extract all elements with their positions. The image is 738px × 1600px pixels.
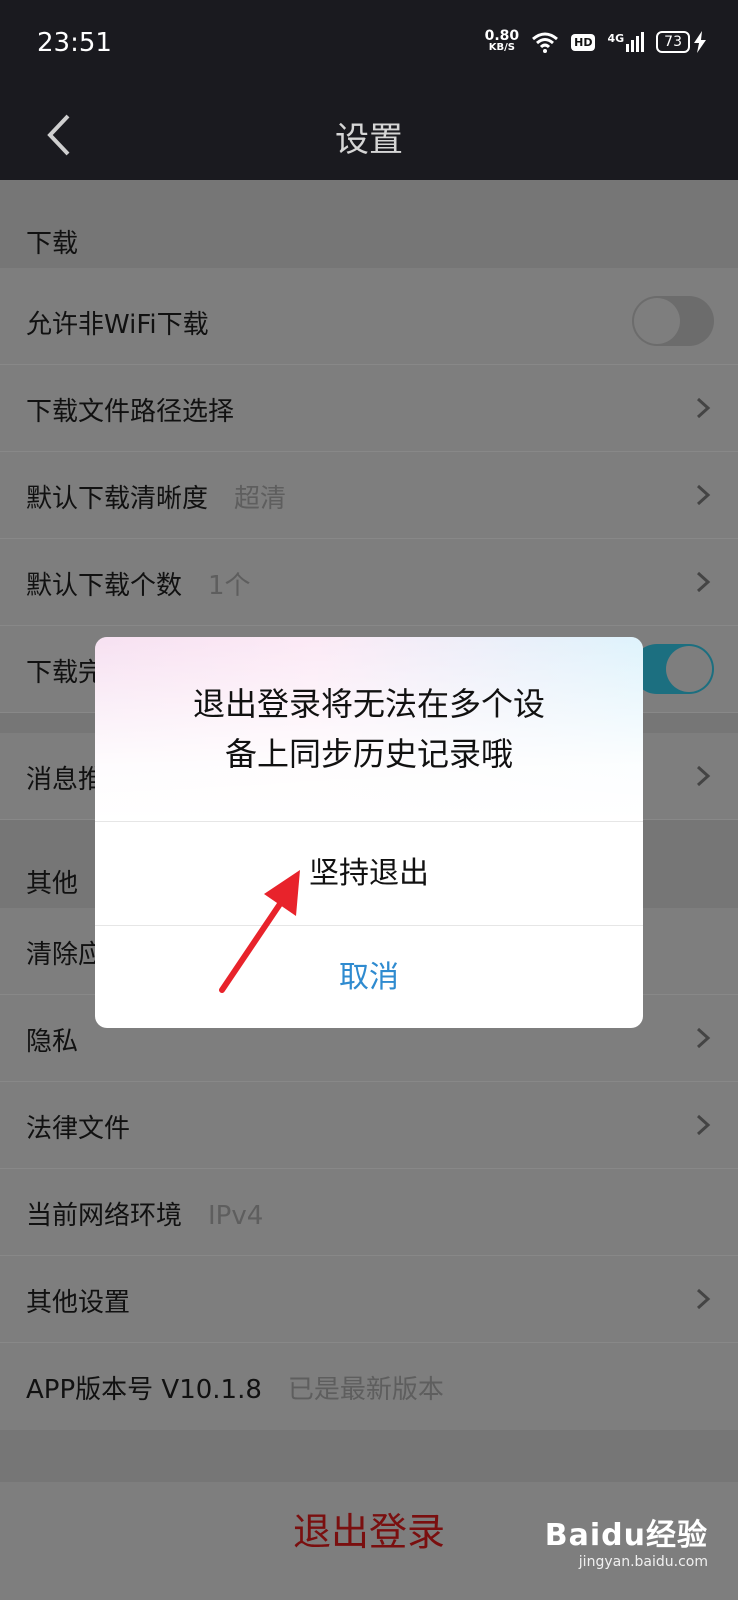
chevron-right-icon <box>696 1114 711 1136</box>
page-title: 设置 <box>335 120 403 160</box>
wifi-icon <box>532 32 559 53</box>
row-label: 其他设置 <box>26 1288 131 1318</box>
watermark-main: Baidu经验 <box>544 1518 708 1553</box>
toggle-switch[interactable] <box>632 644 714 694</box>
row-network-env: 当前网络环境 IPv4 <box>0 1169 738 1256</box>
chevron-right-icon <box>696 1027 711 1049</box>
row-download-path[interactable]: 下载文件路径选择 <box>0 365 738 452</box>
status-time: 23:51 <box>37 28 112 58</box>
network-type: 4G <box>607 32 625 45</box>
row-value: IPv4 <box>208 1201 264 1231</box>
nav-bar: 设置 <box>0 90 738 180</box>
row-label: 允许非WiFi下载 <box>26 310 209 340</box>
row-wifi-download[interactable]: 允许非WiFi下载 <box>0 278 738 365</box>
watermark-sub: jingyan.baidu.com <box>578 1554 708 1570</box>
charging-icon <box>694 31 706 53</box>
dialog-message: 退出登录将无法在多个设 备上同步历史记录哦 <box>135 679 603 779</box>
watermark-logo: Baidu经验 jingyan.baidu.com <box>545 1510 708 1570</box>
toggle-switch[interactable] <box>632 296 714 346</box>
row-label-text: 当前网络环境 <box>26 1201 183 1231</box>
row-label: 法律文件 <box>26 1114 131 1144</box>
row-label: APP版本号 V10.1.8 已是最新版本 <box>26 1369 444 1406</box>
chevron-right-icon <box>696 571 711 593</box>
hd-badge: HD <box>571 33 596 51</box>
row-default-count[interactable]: 默认下载个数 1个 <box>0 539 738 626</box>
row-label-text: 默认下载个数 <box>26 571 183 601</box>
row-value: 1个 <box>208 571 251 601</box>
row-label: 消息推 <box>26 765 105 795</box>
logout-label: 退出登录 <box>292 1510 445 1554</box>
row-value: 已是最新版本 <box>287 1375 444 1405</box>
logout-confirm-dialog: 退出登录将无法在多个设 备上同步历史记录哦 坚持退出 取消 <box>95 637 643 1028</box>
section-title: 其他 <box>26 869 79 899</box>
row-other-settings[interactable]: 其他设置 <box>0 1256 738 1343</box>
annotation-arrow-icon <box>219 870 300 993</box>
section-title: 下载 <box>26 229 79 259</box>
row-value: 超清 <box>234 484 287 514</box>
row-label-text: 默认下载清晰度 <box>26 484 209 514</box>
battery-indicator: 73 <box>656 31 706 53</box>
row-label: 下载完 <box>26 658 105 688</box>
chevron-right-icon <box>696 397 711 419</box>
row-label: 默认下载清晰度 超清 <box>26 478 286 515</box>
chevron-right-icon <box>696 1288 711 1310</box>
battery-level: 73 <box>656 31 690 53</box>
row-label: 当前网络环境 IPv4 <box>26 1195 263 1232</box>
row-default-quality[interactable]: 默认下载清晰度 超清 <box>0 452 738 539</box>
speed-unit: KB/S <box>488 42 515 53</box>
row-label: 清除应 <box>26 940 105 970</box>
confirm-logout-button[interactable]: 坚持退出 <box>95 822 643 926</box>
row-label: 隐私 <box>26 1027 79 1057</box>
dialog-header: 退出登录将无法在多个设 备上同步历史记录哦 <box>95 637 643 822</box>
row-legal[interactable]: 法律文件 <box>0 1082 738 1169</box>
status-bar: 23:51 0.80 KB/S HD 4G 73 <box>0 0 738 90</box>
row-label: 下载文件路径选择 <box>26 397 235 427</box>
row-label-text: APP版本号 V10.1.8 <box>26 1375 262 1405</box>
chevron-right-icon <box>696 765 711 787</box>
signal-icon: 4G <box>607 32 645 52</box>
network-speed: 0.80 KB/S <box>484 28 520 54</box>
dialog-message-line: 退出登录将无法在多个设 <box>192 685 545 723</box>
row-app-version[interactable]: APP版本号 V10.1.8 已是最新版本 <box>0 1343 738 1429</box>
chevron-right-icon <box>696 484 711 506</box>
dialog-message-line: 备上同步历史记录哦 <box>224 735 513 773</box>
status-icons: 0.80 KB/S HD 4G 73 <box>484 28 706 54</box>
row-label: 默认下载个数 1个 <box>26 565 251 602</box>
speed-value: 0.80 <box>484 28 520 44</box>
cancel-button[interactable]: 取消 <box>95 926 643 1028</box>
section-header-download: 下载 <box>0 180 738 268</box>
section-divider <box>0 1430 738 1482</box>
